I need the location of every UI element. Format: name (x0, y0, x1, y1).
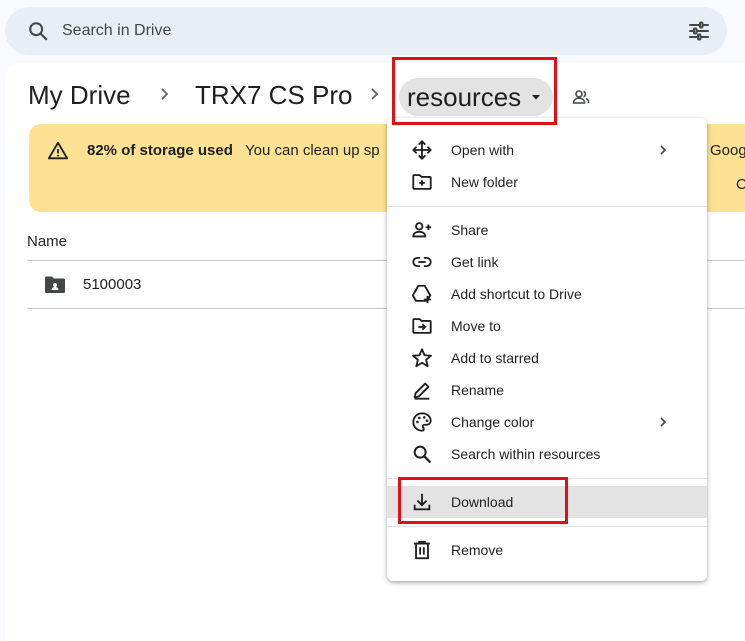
menu-label: Share (451, 222, 489, 238)
shared-people-icon[interactable] (571, 87, 591, 107)
search-input[interactable]: Search in Drive (62, 22, 171, 40)
menu-divider (387, 206, 707, 207)
menu-item-rename[interactable]: Rename (387, 374, 707, 406)
menu-item-open-with[interactable]: Open with (387, 134, 707, 166)
new-folder-icon (411, 171, 433, 193)
chevron-right-icon (157, 86, 173, 102)
chevron-right-icon (367, 86, 383, 102)
menu-item-get-link[interactable]: Get link (387, 246, 707, 278)
highlight-box-download (398, 477, 568, 524)
link-icon (411, 251, 433, 273)
search-icon (411, 443, 433, 465)
menu-item-search-within[interactable]: Search within resources (387, 438, 707, 470)
breadcrumb-my-drive[interactable]: My Drive (28, 80, 131, 111)
filter-options-icon[interactable] (687, 19, 711, 43)
menu-label: Rename (451, 382, 504, 398)
warning-icon (47, 140, 69, 162)
menu-item-add-starred[interactable]: Add to starred (387, 342, 707, 374)
search-icon[interactable] (27, 20, 49, 42)
menu-item-change-color[interactable]: Change color (387, 406, 707, 438)
menu-label: Add shortcut to Drive (451, 286, 582, 302)
menu-item-new-folder[interactable]: New folder (387, 166, 707, 198)
menu-label: Add to starred (451, 350, 539, 366)
menu-item-remove[interactable]: Remove (387, 534, 707, 566)
menu-label: New folder (451, 174, 518, 190)
palette-icon (411, 411, 433, 433)
star-icon (411, 347, 433, 369)
trash-icon (411, 539, 433, 561)
chevron-right-icon (655, 142, 671, 158)
menu-label: Move to (451, 318, 501, 334)
menu-label: Remove (451, 542, 504, 558)
menu-item-move-to[interactable]: Move to (387, 310, 707, 342)
drive-shortcut-icon (411, 283, 433, 305)
pencil-icon (411, 379, 433, 401)
breadcrumb-trx7-cs-pro[interactable]: TRX7 CS Pro (195, 80, 353, 111)
person-add-icon (411, 219, 433, 241)
menu-divider (387, 526, 707, 527)
storage-cleanup-text: You can clean up sp (245, 142, 380, 159)
shared-folder-icon (44, 275, 66, 295)
name-column-header[interactable]: Name (27, 233, 67, 250)
menu-item-share[interactable]: Share (387, 214, 707, 246)
chevron-right-icon (655, 414, 671, 430)
move-to-folder-icon (411, 315, 433, 337)
folder-name[interactable]: 5100003 (83, 276, 141, 293)
move-arrows-icon (411, 139, 433, 161)
highlight-box-resources (392, 57, 557, 125)
storage-used-text: 82% of storage used (87, 142, 233, 159)
menu-label: Change color (451, 414, 535, 430)
banner-right-text-2: C (736, 176, 745, 193)
menu-label: Get link (451, 254, 499, 270)
menu-label: Search within resources (451, 446, 601, 462)
menu-item-add-shortcut[interactable]: Add shortcut to Drive (387, 278, 707, 310)
menu-label: Open with (451, 142, 515, 158)
banner-right-text: Goog (710, 142, 745, 159)
search-bar[interactable]: Search in Drive (5, 7, 727, 55)
